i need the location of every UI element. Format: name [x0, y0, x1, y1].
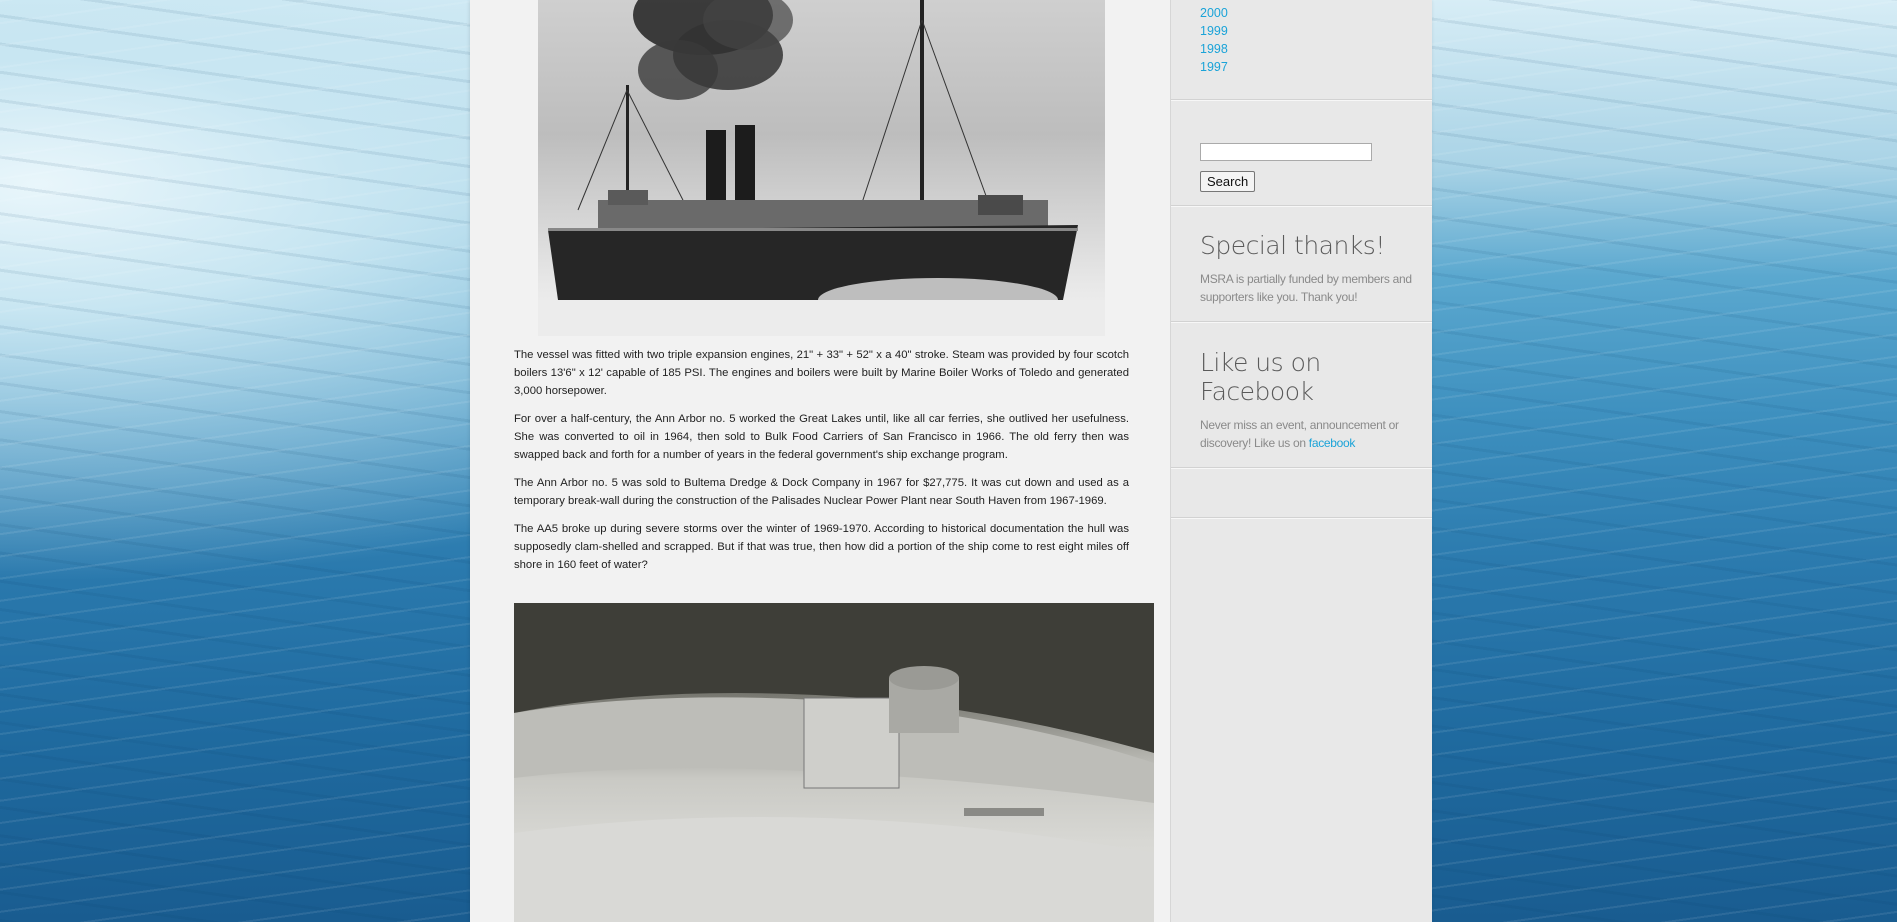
sidebar-divider [1171, 205, 1432, 207]
special-thanks-text: MSRA is partially funded by members and … [1200, 272, 1412, 304]
sidebar-divider [1171, 321, 1432, 323]
article-paragraph: The AA5 broke up during severe storms ov… [514, 523, 1129, 571]
facebook-text: Never miss an event, announcement or dis… [1200, 416, 1415, 452]
article-paragraph: The vessel was fitted with two triple ex… [514, 349, 1129, 397]
sidebar-divider [1171, 99, 1432, 101]
archive-years: 2000 1999 1998 1997 [1200, 4, 1228, 76]
archive-year-link[interactable]: 2000 [1200, 4, 1228, 22]
facebook-link[interactable]: facebook [1309, 436, 1356, 450]
article-paragraph: For over a half-century, the Ann Arbor n… [514, 413, 1129, 461]
main-content: The vessel was fitted with two triple ex… [470, 0, 1170, 922]
article-paragraph: The Ann Arbor no. 5 was sold to Bultema … [514, 477, 1129, 507]
page-container: The vessel was fitted with two triple ex… [470, 0, 1432, 922]
archive-year-link[interactable]: 1999 [1200, 22, 1228, 40]
facebook-text-body: Never miss an event, announcement or dis… [1200, 418, 1399, 450]
search-input[interactable] [1200, 143, 1372, 161]
archive-year-link[interactable]: 1997 [1200, 58, 1228, 76]
archive-year-link[interactable]: 1998 [1200, 40, 1228, 58]
sidebar-divider [1171, 467, 1432, 469]
special-thanks-title: Special thanks! [1200, 231, 1385, 260]
ship-photo [538, 0, 1105, 336]
sidebar: 2000 1999 1998 1997 Search Special thank… [1170, 0, 1432, 922]
ship-photo-drawing [538, 0, 1105, 336]
search-button[interactable]: Search [1200, 171, 1256, 192]
power-plant-drawing [514, 603, 1154, 922]
article-body: The vessel was fitted with two triple ex… [514, 346, 1129, 574]
power-plant-aerial-photo [514, 603, 1154, 922]
sidebar-divider [1171, 517, 1432, 519]
facebook-title: Like us on Facebook [1200, 348, 1321, 406]
